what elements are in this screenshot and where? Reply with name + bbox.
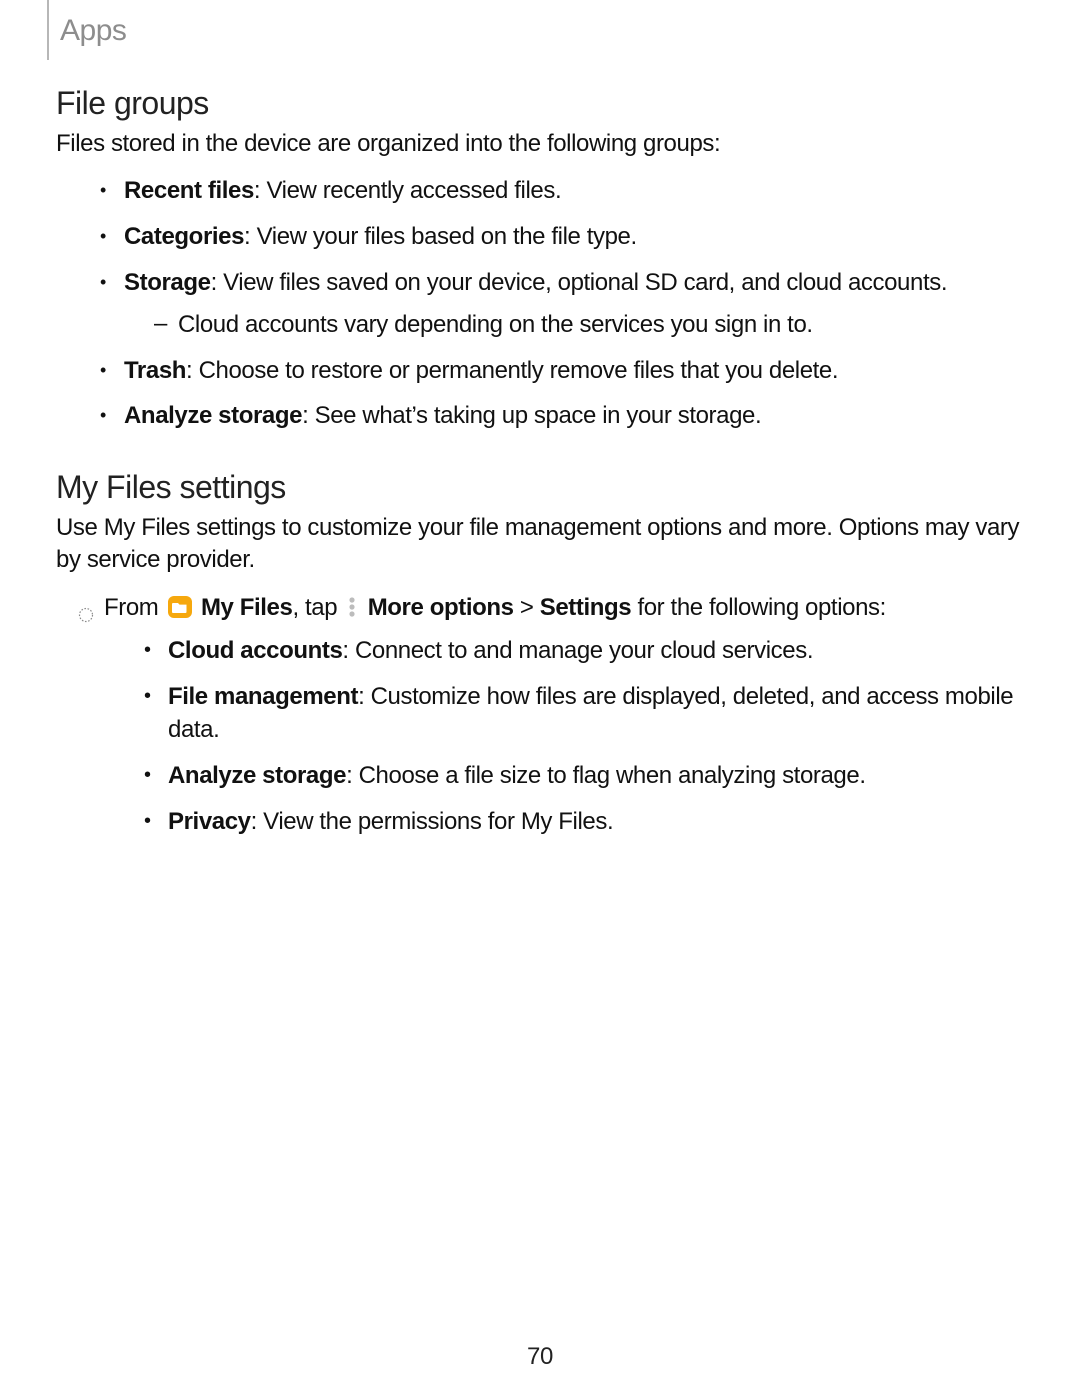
item-text: : Choose to restore or permanently remov… [186,357,838,384]
folder-icon [167,595,193,619]
settings-label: Settings [540,594,631,621]
step-item: From My Files, tap More options > Settin… [56,591,1024,839]
section-title-my-files-settings: My Files settings [56,469,1024,506]
section-title-file-groups: File groups [56,85,1024,122]
item-text: : View the permissions for My Files. [251,808,614,835]
section-intro-my-files-settings: Use My Files settings to customize your … [56,512,1024,577]
step-mid: , tap [292,594,343,621]
item-label: Cloud accounts [168,637,342,664]
settings-options-list: Cloud accounts: Connect to and manage yo… [144,634,1024,838]
item-label: Trash [124,357,186,384]
item-text: : Choose a file size to flag when analyz… [346,762,866,789]
section-intro-file-groups: Files stored in the device are organized… [56,128,1024,160]
list-item: Cloud accounts: Connect to and manage yo… [144,634,1024,668]
more-options-label: More options [368,594,514,621]
list-item: Analyze storage: Choose a file size to f… [144,759,1024,793]
list-item: Analyze storage: See what’s taking up sp… [100,399,1024,433]
list-item: Privacy: View the permissions for My Fil… [144,805,1024,839]
step-gt: > [514,594,540,621]
list-item: Storage: View files saved on your device… [100,266,1024,342]
item-label: Categories [124,223,244,250]
item-label: Analyze storage [168,762,346,789]
list-item: Trash: Choose to restore or permanently … [100,354,1024,388]
item-text: : View your files based on the file type… [244,223,637,250]
item-text: : View recently accessed files. [254,177,561,204]
page: Apps File groups Files stored in the dev… [0,0,1080,1397]
breadcrumb: Apps [60,14,126,48]
item-text: : See what’s taking up space in your sto… [302,402,761,429]
steps-list: From My Files, tap More options > Settin… [56,591,1024,839]
step-pre: From [104,594,165,621]
item-label: Analyze storage [124,402,302,429]
circle-icon [78,599,94,615]
header-rule [47,0,49,60]
list-item: File management: Customize how files are… [144,680,1024,747]
sub-list: Cloud accounts vary depending on the ser… [154,309,1024,341]
item-label: File management [168,683,358,710]
file-groups-list: Recent files: View recently accessed fil… [100,174,1024,432]
app-name: My Files [201,594,293,621]
more-options-icon [347,595,357,619]
item-label: Recent files [124,177,254,204]
item-label: Privacy [168,808,251,835]
item-text: : Connect to and manage your cloud servi… [342,637,813,664]
list-item: Recent files: View recently accessed fil… [100,174,1024,208]
step-post: for the following options: [631,594,886,621]
list-item: Categories: View your files based on the… [100,220,1024,254]
content: File groups Files stored in the device a… [56,85,1024,850]
item-text: : View files saved on your device, optio… [211,269,948,296]
item-label: Storage [124,269,211,296]
sub-item: Cloud accounts vary depending on the ser… [154,309,1024,341]
page-number: 70 [0,1343,1080,1371]
